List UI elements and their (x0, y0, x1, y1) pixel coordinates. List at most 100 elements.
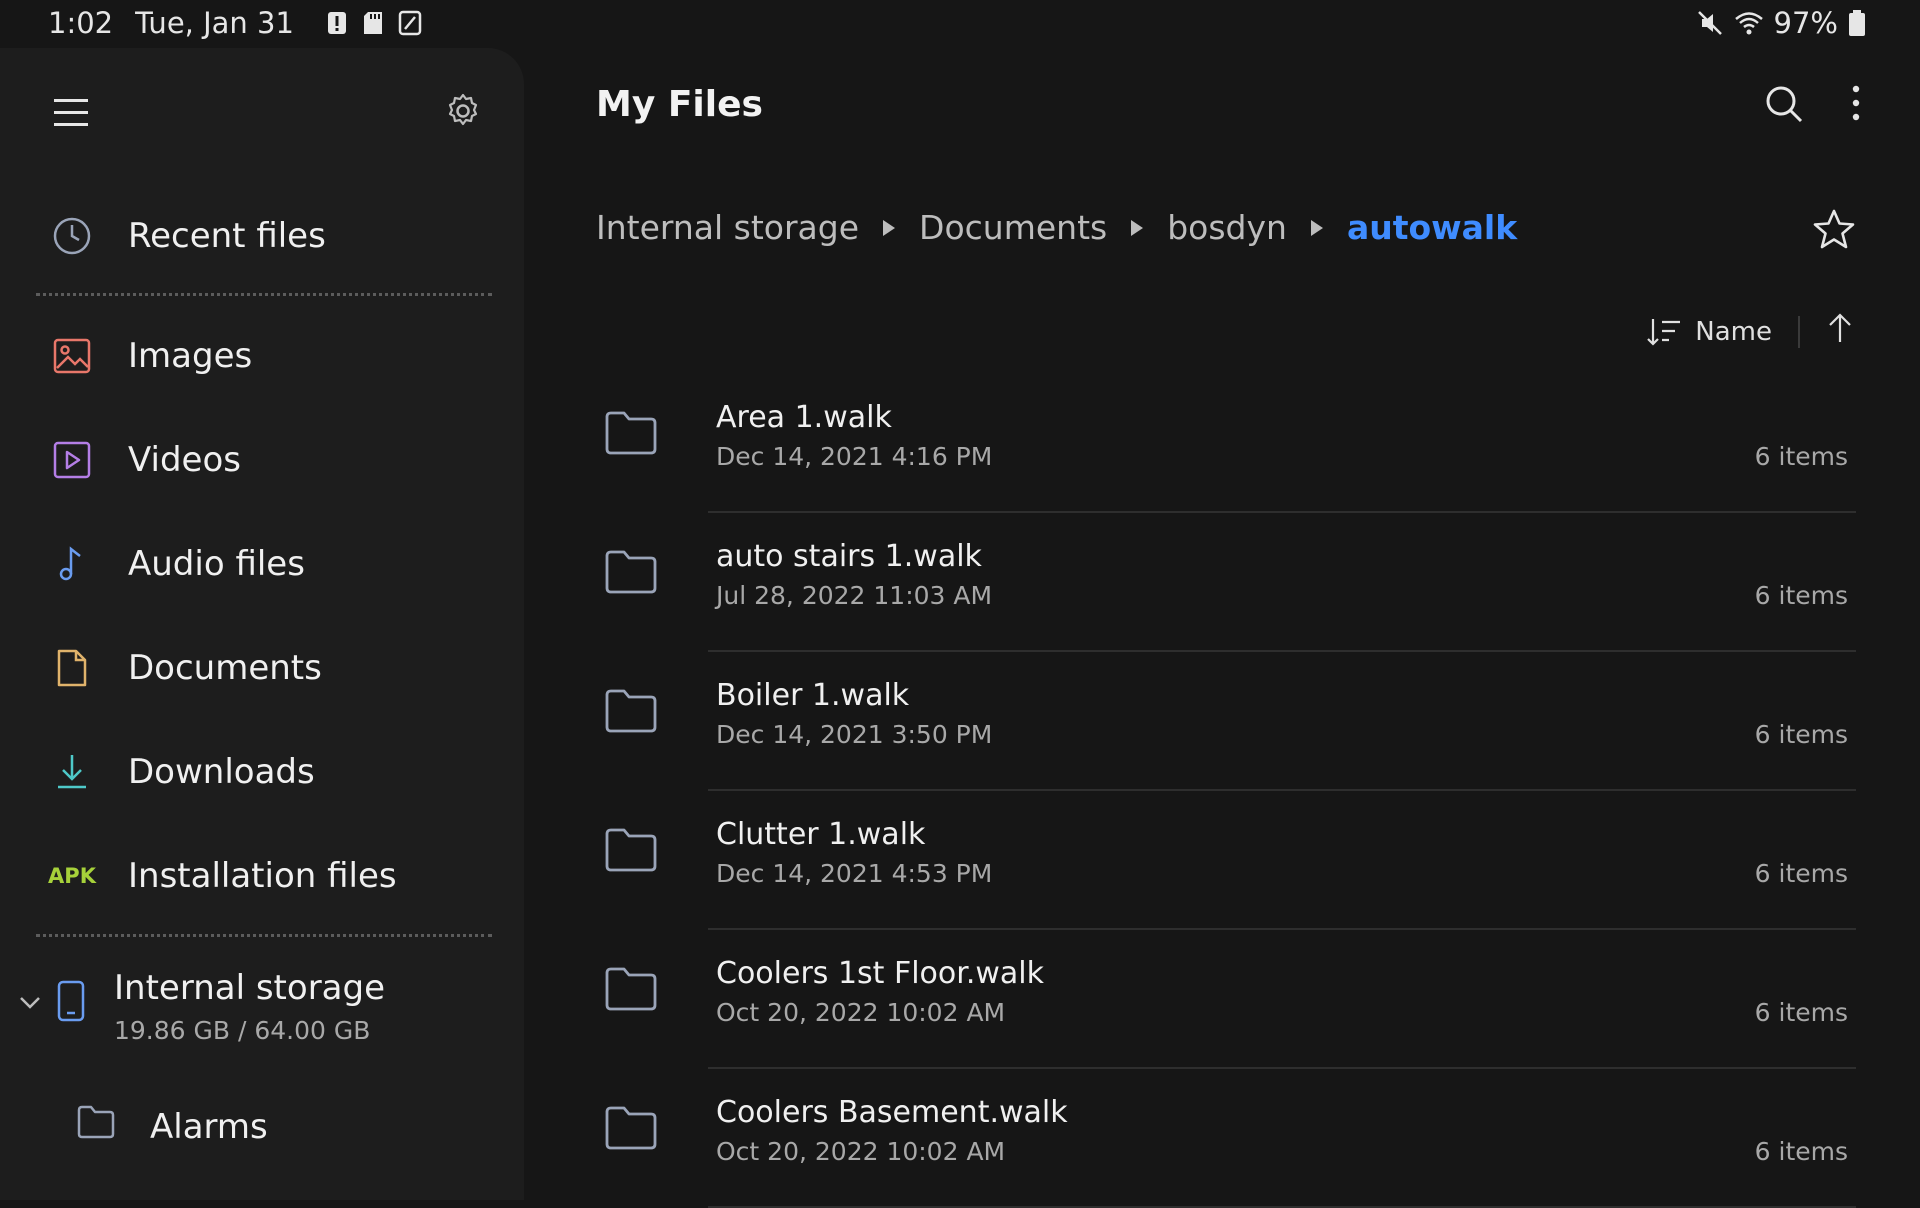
sort-label: Name (1695, 316, 1772, 347)
file-date: Dec 14, 2021 4:16 PM (716, 442, 993, 471)
sidebar-item-label: Images (128, 336, 253, 376)
folder-icon (76, 1104, 116, 1149)
file-count: 6 items (1754, 1137, 1848, 1166)
file-name: auto stairs 1.walk (716, 539, 982, 574)
sd-card-icon (363, 12, 382, 34)
sidebar-item-label: Recent files (128, 216, 326, 256)
file-date: Oct 20, 2022 10:02 AM (716, 998, 1006, 1027)
folder-icon (605, 1106, 657, 1150)
sidebar-item-downloads[interactable]: Downloads (50, 732, 315, 812)
caret-right-icon (1309, 218, 1325, 238)
document-icon (50, 646, 94, 690)
navigation-drawer: Recent files Images Videos Audio files D… (0, 48, 524, 1200)
sort-bar: Name (1647, 312, 1854, 351)
file-date: Jul 28, 2022 11:03 AM (716, 581, 993, 610)
divider (36, 934, 492, 937)
sidebar-item-internal-storage[interactable]: Internal storage 19.86 GB / 64.00 GB (18, 968, 385, 1045)
video-icon (50, 438, 94, 482)
file-count: 6 items (1754, 859, 1848, 888)
breadcrumb-item[interactable]: bosdyn (1167, 208, 1287, 247)
page-title: My Files (596, 84, 763, 125)
image-icon (50, 334, 94, 378)
sidebar-item-documents[interactable]: Documents (50, 628, 322, 708)
apk-badge: APK (48, 864, 96, 888)
search-icon (1766, 86, 1803, 123)
battery-icon (1849, 10, 1865, 36)
sidebar-item-installation-files[interactable]: APK Installation files (48, 836, 397, 916)
sidebar-item-videos[interactable]: Videos (50, 420, 241, 500)
status-bar: 1:02 Tue, Jan 31 97% (0, 0, 1920, 48)
sort-icon (1647, 318, 1681, 346)
sidebar-item-label: Videos (128, 440, 241, 480)
arrow-up-icon (1829, 313, 1851, 342)
sidebar-item-label: Audio files (128, 544, 305, 584)
sidebar-item-label: Downloads (128, 752, 315, 792)
status-time: 1:02 (48, 6, 114, 40)
menu-button[interactable] (54, 98, 90, 132)
file-name: Coolers Basement.walk (716, 1095, 1068, 1130)
breadcrumb: Internal storage Documents bosdyn autowa… (596, 208, 1517, 247)
status-date: Tue, Jan 31 (135, 6, 294, 40)
sidebar-item-label: Installation files (128, 856, 397, 896)
apk-icon: APK (48, 854, 96, 898)
sidebar-item-images[interactable]: Images (50, 316, 252, 396)
file-count: 6 items (1754, 720, 1848, 749)
sidebar-folder-alarms[interactable]: Alarms (76, 1104, 268, 1149)
storage-size: 19.86 GB / 64.00 GB (114, 1016, 371, 1045)
sidebar-item-recent-files[interactable]: Recent files (50, 196, 326, 276)
breadcrumb-current[interactable]: autowalk (1347, 208, 1517, 247)
download-icon (50, 750, 94, 794)
phone-icon (57, 980, 85, 1022)
music-note-icon (50, 542, 94, 586)
file-date: Oct 20, 2022 10:02 AM (716, 1137, 1006, 1166)
sort-by-button[interactable]: Name (1647, 317, 1772, 347)
settings-button[interactable] (444, 92, 482, 134)
list-item[interactable]: Boiler 1.walk Dec 14, 2021 3:50 PM 6 ite… (596, 652, 1856, 791)
file-count: 6 items (1754, 998, 1848, 1027)
wifi-icon (1734, 12, 1763, 35)
folder-icon (605, 689, 657, 733)
chevron-down-icon[interactable] (18, 990, 42, 1014)
clock-icon (50, 214, 94, 258)
file-count: 6 items (1754, 581, 1848, 610)
sort-direction-button[interactable] (1826, 312, 1854, 351)
folder-icon (605, 550, 657, 594)
nfc-icon (398, 10, 422, 36)
list-item[interactable]: Coolers Basement.walk Oct 20, 2022 10:02… (596, 1069, 1856, 1208)
list-item[interactable]: Clutter 1.walk Dec 14, 2021 4:53 PM 6 it… (596, 791, 1856, 930)
folder-icon (605, 967, 657, 1011)
mute-icon (1697, 11, 1722, 35)
caret-right-icon (1129, 218, 1145, 238)
file-count: 6 items (1754, 442, 1848, 471)
file-date: Dec 14, 2021 3:50 PM (716, 720, 993, 749)
hamburger-menu-icon (54, 99, 88, 126)
folder-label: Alarms (150, 1106, 268, 1147)
breadcrumb-item[interactable]: Documents (919, 208, 1107, 247)
list-item[interactable]: Area 1.walk Dec 14, 2021 4:16 PM 6 items (596, 374, 1856, 513)
list-item[interactable]: Coolers 1st Floor.walk Oct 20, 2022 10:0… (596, 930, 1856, 1069)
breadcrumb-item[interactable]: Internal storage (596, 208, 859, 247)
list-item[interactable]: auto stairs 1.walk Jul 28, 2022 11:03 AM… (596, 513, 1856, 652)
folder-icon (605, 411, 657, 455)
more-options-button[interactable] (1848, 84, 1864, 128)
file-list: Area 1.walk Dec 14, 2021 4:16 PM 6 items… (596, 374, 1856, 1208)
search-button[interactable] (1764, 84, 1804, 128)
caret-right-icon (881, 218, 897, 238)
file-name: Clutter 1.walk (716, 817, 926, 852)
more-vertical-icon (1852, 85, 1860, 121)
file-name: Area 1.walk (716, 400, 892, 435)
folder-icon (605, 828, 657, 872)
favorite-button[interactable] (1812, 208, 1856, 254)
file-name: Boiler 1.walk (716, 678, 910, 713)
sidebar-item-label: Documents (128, 648, 322, 688)
battery-percent: 97% (1773, 6, 1838, 40)
file-date: Dec 14, 2021 4:53 PM (716, 859, 993, 888)
divider (36, 293, 492, 296)
file-name: Coolers 1st Floor.walk (716, 956, 1045, 991)
storage-name: Internal storage (114, 968, 386, 1008)
divider (1798, 315, 1800, 348)
sidebar-item-audio-files[interactable]: Audio files (50, 524, 305, 604)
star-icon (1813, 209, 1855, 249)
alert-notification-icon (327, 12, 346, 34)
gear-icon (448, 93, 478, 126)
